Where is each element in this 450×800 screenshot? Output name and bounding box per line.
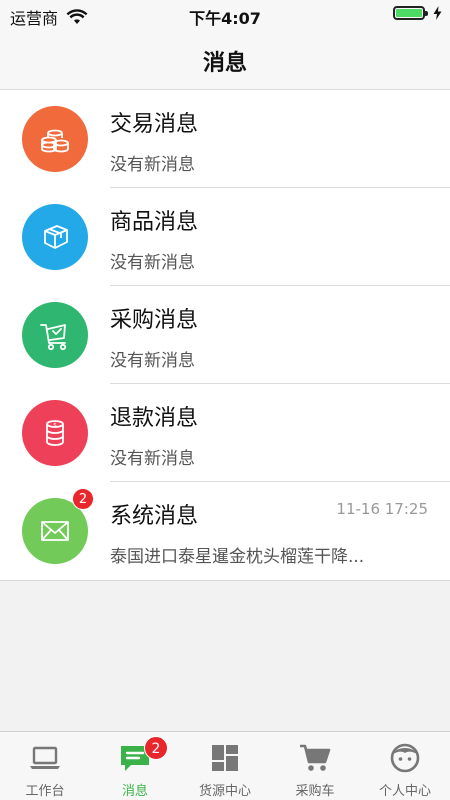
tab-label: 货源中心 bbox=[198, 784, 251, 799]
message-item-refund[interactable]: $ 退款消息 没有新消息 bbox=[0, 384, 450, 482]
message-item-product[interactable]: 商品消息 没有新消息 bbox=[0, 188, 450, 286]
tab-label: 工作台 bbox=[25, 784, 65, 799]
message-title: 采购消息 bbox=[110, 308, 199, 333]
message-title: 交易消息 bbox=[110, 112, 199, 137]
status-right bbox=[393, 6, 442, 20]
message-subtitle: 没有新消息 bbox=[110, 253, 195, 273]
message-title: 退款消息 bbox=[110, 406, 199, 431]
message-avatar: $ bbox=[22, 400, 88, 466]
nav-bar: 消息 bbox=[0, 30, 450, 90]
battery-level bbox=[396, 9, 422, 17]
message-subtitle: 泰国进口泰星暹金枕头榴莲干降... bbox=[110, 547, 365, 567]
tab-badge: 2 bbox=[144, 736, 168, 760]
message-subtitle: 没有新消息 bbox=[110, 155, 195, 175]
message-list: 交易消息 没有新消息 商品消息 没有新消息 采购消息 没有新消息 $ 退款消息 … bbox=[0, 90, 450, 581]
charging-icon bbox=[433, 6, 442, 20]
message-title: 系统消息 bbox=[110, 504, 199, 529]
tab-label: 采购车 bbox=[295, 784, 335, 799]
refund-coins-icon: $ bbox=[46, 420, 64, 446]
message-item-system[interactable]: 2 系统消息 11-16 17:25 泰国进口泰星暹金枕头榴莲干降... bbox=[0, 482, 450, 580]
message-title: 商品消息 bbox=[110, 210, 199, 235]
page-title: 消息 bbox=[202, 51, 247, 76]
coins-icon bbox=[41, 129, 69, 153]
message-subtitle: 没有新消息 bbox=[110, 351, 195, 371]
tab-profile[interactable]: 个人中心 bbox=[360, 732, 450, 800]
tab-purchase-cart[interactable]: 采购车 bbox=[270, 732, 360, 800]
grid-icon bbox=[212, 745, 238, 771]
tab-label: 消息 bbox=[121, 784, 148, 799]
svg-text:$: $ bbox=[53, 422, 57, 429]
envelope-icon bbox=[41, 521, 69, 541]
laptop-icon bbox=[30, 746, 60, 769]
message-item-trade[interactable]: 交易消息 没有新消息 bbox=[0, 90, 450, 188]
tab-label: 个人中心 bbox=[378, 784, 431, 799]
box-icon bbox=[44, 225, 68, 249]
cart-icon bbox=[40, 324, 67, 351]
message-time: 11-16 17:25 bbox=[336, 500, 428, 518]
message-avatar bbox=[22, 204, 88, 270]
tab-workbench[interactable]: 工作台 bbox=[0, 732, 90, 800]
face-icon bbox=[390, 743, 420, 773]
tab-bar: 工作台 2 消息 货源中心 采购车 个人中心 bbox=[0, 731, 450, 800]
unread-badge: 2 bbox=[72, 488, 94, 510]
tab-supply-center[interactable]: 货源中心 bbox=[180, 732, 270, 800]
tab-messages[interactable]: 2 消息 bbox=[90, 732, 180, 800]
battery-icon bbox=[393, 6, 428, 20]
message-avatar bbox=[22, 106, 88, 172]
status-bar: 运营商 下午4:07 bbox=[0, 0, 450, 30]
message-subtitle: 没有新消息 bbox=[110, 449, 195, 469]
message-item-purchase[interactable]: 采购消息 没有新消息 bbox=[0, 286, 450, 384]
status-time: 下午4:07 bbox=[189, 9, 261, 28]
message-avatar bbox=[22, 302, 88, 368]
shopping-cart-icon bbox=[300, 744, 331, 771]
